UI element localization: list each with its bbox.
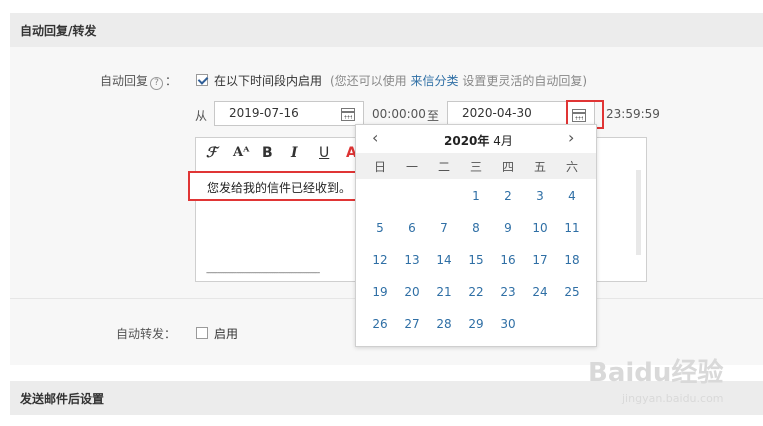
end-calendar-icon[interactable] [572, 109, 586, 122]
weekday-label: 日 [373, 160, 386, 174]
to-label: 至 [427, 109, 440, 123]
hint-prefix: (您还可以使用 [330, 74, 407, 88]
auto-forward-label-colon: ： [164, 327, 177, 341]
auto-reply-section-header: 自动回复/转发 [10, 13, 763, 47]
enable-time-range-label: 在以下时间段内启用 [214, 74, 323, 88]
weekday-label: 四 [501, 160, 514, 174]
weekday-label: 六 [565, 160, 578, 174]
calendar-day[interactable]: 23 [492, 285, 524, 299]
calendar-day[interactable]: 27 [396, 317, 428, 331]
auto-forward-label: 自动转发： [116, 325, 176, 342]
editor-scrollbar[interactable] [636, 170, 641, 255]
hint-suffix: 设置更灵活的自动回复) [462, 74, 588, 88]
from-label: 从 [195, 109, 208, 123]
calendar-day[interactable]: 24 [524, 285, 556, 299]
weekday-label: 二 [437, 160, 450, 174]
section-title-auto-reply: 自动回复/转发 [20, 24, 97, 38]
calendar-day[interactable]: 1 [460, 189, 492, 203]
mail-classification-link[interactable]: 来信分类 [411, 74, 459, 88]
calendar-month: 4月 [493, 134, 513, 148]
calendar-day[interactable]: 21 [428, 285, 460, 299]
calendar-year: 2020年 [444, 134, 490, 148]
start-calendar-icon[interactable] [341, 108, 355, 121]
next-month-button[interactable]: › [568, 128, 574, 147]
calendar-day[interactable]: 29 [460, 317, 492, 331]
auto-reply-hint: (您还可以使用 来信分类 设置更灵活的自动回复) [330, 72, 587, 89]
calendar-day[interactable]: 3 [524, 189, 556, 203]
calendar-day[interactable]: 10 [524, 221, 556, 235]
help-icon[interactable]: ? [150, 77, 164, 90]
calendar-day[interactable]: 26 [364, 317, 396, 331]
weekday-label: 五 [533, 160, 546, 174]
weekday-label: 三 [469, 160, 482, 174]
italic-icon[interactable]: I [291, 145, 298, 161]
calendar-day[interactable]: 16 [492, 253, 524, 267]
calendar-day[interactable]: 7 [428, 221, 460, 235]
reply-content-highlight: 您发给我的信件已经收到。 [188, 171, 359, 201]
reply-content-text: 您发给我的信件已经收到。 [207, 181, 352, 195]
enable-auto-forward-label: 启用 [214, 327, 239, 341]
calendar-month-title: 2020年 4月 [444, 132, 513, 149]
end-time: 23:59:59 [606, 107, 660, 121]
start-date-value: 2019-07-16 [229, 106, 299, 120]
calendar-day[interactable]: 19 [364, 285, 396, 299]
watermark-logo: Baidu经验 [588, 358, 724, 388]
date-picker-popup: ‹ 2020年 4月 › 日一二三四五六 1 2 3 4 5 6 7 8 9 10 11 12 13 14 1… [355, 124, 597, 347]
font-family-icon[interactable]: ℱ [206, 145, 217, 161]
start-time: 00:00:00 [372, 107, 426, 121]
auto-reply-label: 自动回复?： [100, 72, 177, 90]
calendar-day[interactable]: 14 [428, 253, 460, 267]
auto-reply-label-text: 自动回复 [100, 74, 149, 88]
end-date-value: 2020-04-30 [462, 106, 532, 120]
calendar-day[interactable]: 28 [428, 317, 460, 331]
underline-icon[interactable]: U [319, 145, 329, 161]
prev-month-button[interactable]: ‹ [372, 128, 378, 147]
calendar-day[interactable]: 13 [396, 253, 428, 267]
calendar-day[interactable]: 20 [396, 285, 428, 299]
calendar-day[interactable]: 6 [396, 221, 428, 235]
calendar-day[interactable]: 17 [524, 253, 556, 267]
auto-forward-label-text: 自动转发 [116, 327, 165, 341]
calendar-day[interactable]: 11 [556, 221, 588, 235]
auto-reply-label-colon: ： [165, 74, 178, 88]
enable-auto-forward-checkbox[interactable] [196, 327, 208, 339]
start-date-input[interactable]: 2019-07-16 [214, 101, 364, 126]
section-title-after-send: 发送邮件后设置 [20, 392, 105, 406]
weekday-label: 一 [405, 160, 418, 174]
calendar-day[interactable]: 8 [460, 221, 492, 235]
signature-divider: ----------------------------------------… [206, 268, 320, 277]
enable-auto-reply-checkbox[interactable] [196, 74, 208, 86]
calendar-day[interactable]: 2 [492, 189, 524, 203]
calendar-day[interactable]: 18 [556, 253, 588, 267]
calendar-day[interactable]: 15 [460, 253, 492, 267]
bold-icon[interactable]: B [262, 145, 273, 161]
calendar-day[interactable]: 22 [460, 285, 492, 299]
calendar-day[interactable]: 9 [492, 221, 524, 235]
calendar-day[interactable]: 5 [364, 221, 396, 235]
watermark-url: jingyan.baidu.com [622, 392, 724, 405]
calendar-day[interactable]: 4 [556, 189, 588, 203]
calendar-day[interactable]: 12 [364, 253, 396, 267]
calendar-day[interactable]: 25 [556, 285, 588, 299]
calendar-day[interactable]: 30 [492, 317, 524, 331]
font-size-icon[interactable]: Aᴬ [233, 145, 249, 160]
